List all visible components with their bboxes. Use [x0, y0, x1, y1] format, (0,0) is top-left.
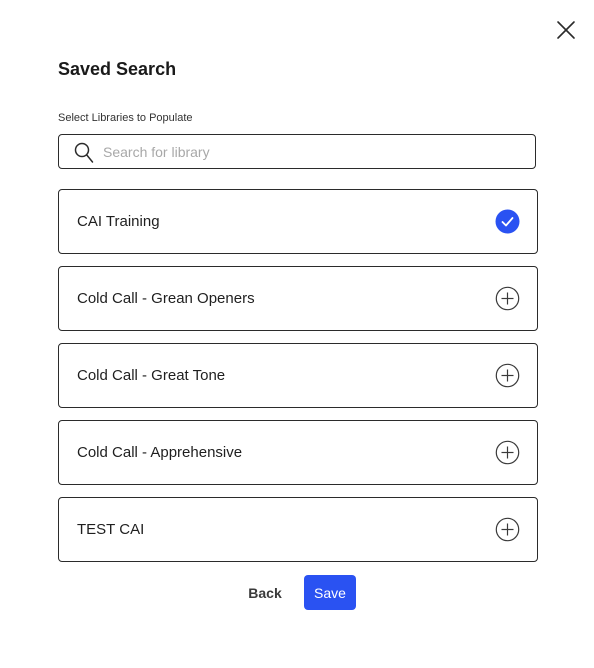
plus-circle-icon[interactable] [495, 517, 520, 542]
dialog-title: Saved Search [58, 59, 177, 79]
plus-circle-icon[interactable] [495, 286, 520, 311]
library-item-cold-call-great-tone[interactable]: Cold Call - Great Tone [58, 343, 538, 408]
close-icon [557, 21, 575, 39]
check-circle-icon[interactable] [495, 209, 520, 234]
search-box[interactable] [58, 134, 536, 169]
plus-circle-icon[interactable] [495, 440, 520, 465]
close-button[interactable] [552, 16, 580, 44]
library-item-cold-call-apprehensive[interactable]: Cold Call - Apprehensive [58, 420, 538, 485]
library-label: Cold Call - Apprehensive [77, 444, 243, 461]
plus-circle-icon[interactable] [495, 363, 520, 388]
back-button[interactable]: Back [242, 576, 288, 610]
library-item-test-cai[interactable]: TEST CAI [58, 497, 538, 562]
search-icon [74, 142, 94, 163]
library-item-cai-training[interactable]: CAI Training [58, 189, 538, 254]
library-label: Cold Call - Great Tone [77, 367, 226, 384]
search-input[interactable] [103, 135, 523, 168]
library-label: CAI Training [77, 213, 160, 230]
library-item-cold-call-grean-openers[interactable]: Cold Call - Grean Openers [58, 266, 538, 331]
save-button[interactable]: Save [304, 575, 356, 610]
library-label: TEST CAI [77, 521, 145, 538]
section-label: Select Libraries to Populate [58, 112, 193, 124]
library-label: Cold Call - Grean Openers [77, 290, 255, 307]
library-list: CAI Training Cold Call - Grean Openers C… [58, 189, 538, 574]
